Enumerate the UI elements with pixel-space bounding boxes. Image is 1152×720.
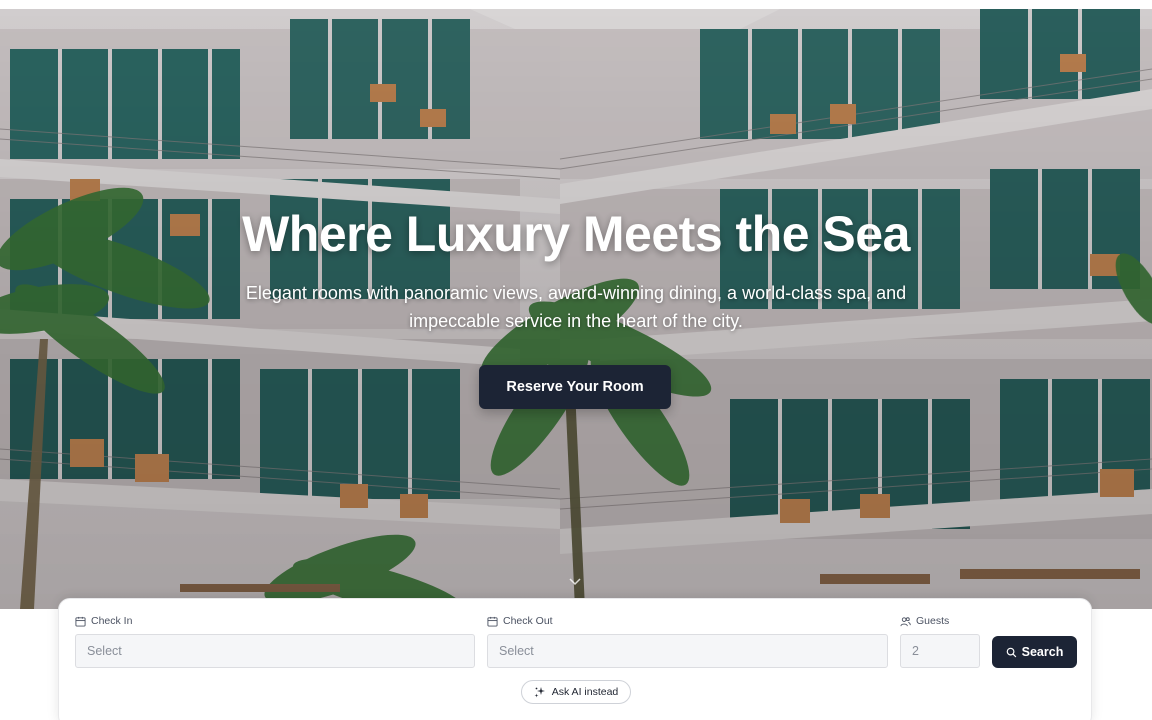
calendar-icon	[75, 616, 86, 627]
check-out-label-text: Check Out	[503, 615, 553, 627]
search-icon	[1006, 647, 1016, 657]
ask-ai-button[interactable]: Ask AI instead	[521, 680, 631, 704]
hero-subtitle: Elegant rooms with panoramic views, awar…	[245, 283, 907, 331]
ask-ai-label: Ask AI instead	[551, 686, 619, 698]
reserve-room-button[interactable]: Reserve Your Room	[479, 365, 671, 409]
search-button-label: Search	[1021, 645, 1064, 659]
hero-content: Where Luxury Meets the Sea Elegant rooms…	[0, 9, 1152, 609]
search-button[interactable]: Search	[992, 636, 1077, 668]
check-in-label-text: Check In	[91, 615, 133, 627]
check-out-input[interactable]: Select	[487, 634, 888, 668]
chevron-down-icon[interactable]	[567, 577, 583, 587]
check-in-input[interactable]: Select	[75, 634, 475, 668]
check-out-label: Check Out	[487, 615, 553, 627]
booking-search-card: Check In Select Check Out Select Guests …	[58, 598, 1092, 720]
users-icon	[900, 616, 911, 626]
check-out-placeholder: Select	[499, 644, 534, 658]
check-in-label: Check In	[75, 615, 132, 627]
check-in-placeholder: Select	[87, 644, 122, 658]
guests-label-text: Guests	[916, 615, 950, 627]
guests-input[interactable]: 2	[900, 634, 980, 668]
guests-value: 2	[912, 644, 919, 658]
calendar-icon	[487, 616, 498, 627]
sparkles-icon	[534, 687, 545, 698]
hero-section: Where Luxury Meets the Sea Elegant rooms…	[0, 9, 1152, 609]
hero-title: Where Luxury Meets the Sea	[242, 206, 910, 262]
guests-label: Guests	[900, 615, 949, 627]
top-strip	[0, 0, 1152, 9]
